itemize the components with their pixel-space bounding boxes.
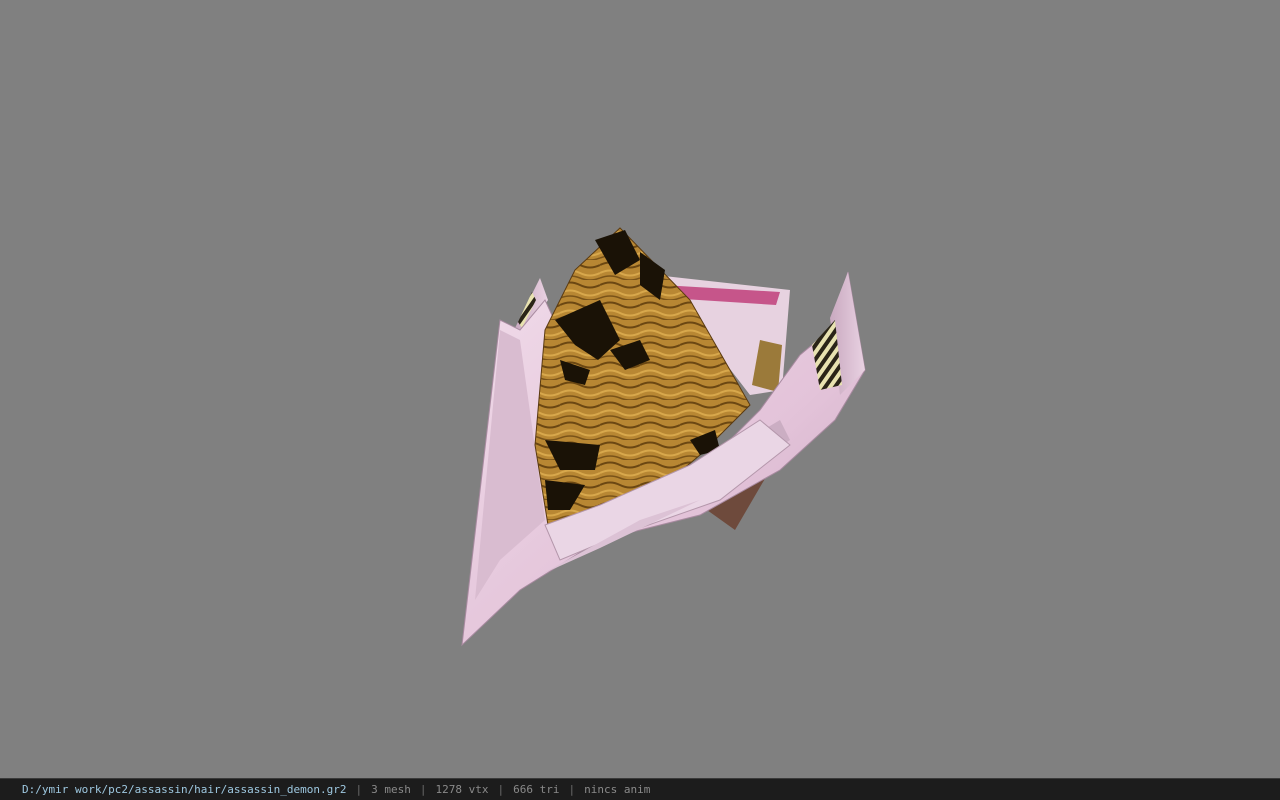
triangle-count: 666 tri (513, 783, 560, 796)
mesh-count: 3 mesh (371, 783, 411, 796)
model-render (461, 227, 866, 647)
3d-viewport[interactable] (0, 0, 1280, 778)
status-separator: | (497, 783, 505, 796)
status-bar: D:/ymir work/pc2/assassin/hair/assassin_… (0, 778, 1280, 800)
status-separator: | (568, 783, 576, 796)
animation-status: nincs anim (584, 783, 651, 796)
vertex-count: 1278 vtx (435, 783, 489, 796)
file-path: D:/ymir work/pc2/assassin/hair/assassin_… (22, 783, 347, 796)
status-separator: | (355, 783, 363, 796)
status-separator: | (419, 783, 427, 796)
